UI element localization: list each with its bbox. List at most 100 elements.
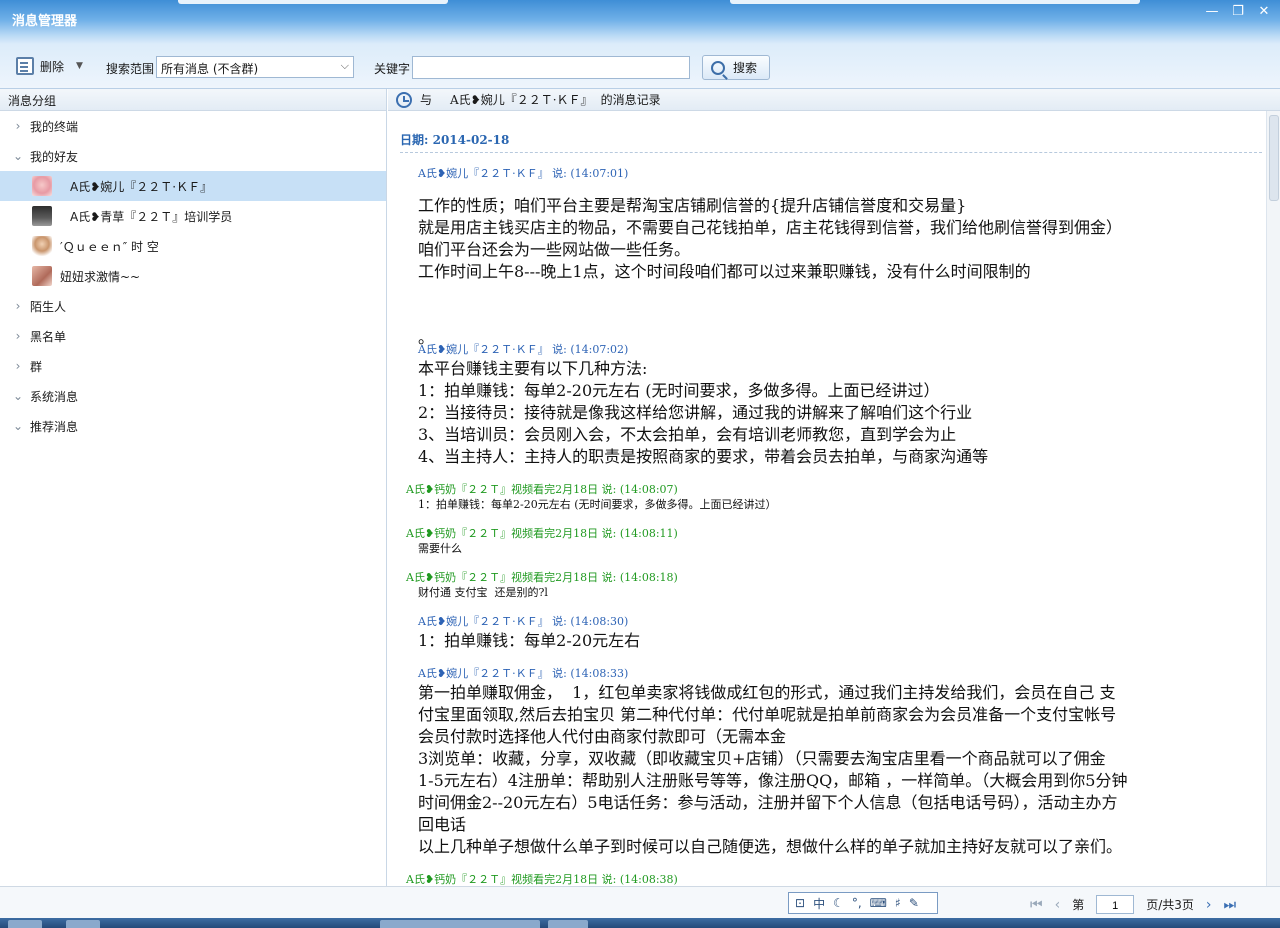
message-header: A氏❥婉儿『２２Ｔ·ＫＦ』 说: (14:07:02) xyxy=(418,343,629,356)
delete-label: 删除 xyxy=(40,59,65,74)
group-label: 我的终端 xyxy=(30,119,79,134)
moon-icon[interactable]: ☾ xyxy=(833,896,844,910)
scrollbar-thumb[interactable] xyxy=(1269,115,1279,201)
sidebar-group-my-friends[interactable]: ⌄ 我的好友 xyxy=(0,141,386,171)
chevron-down-icon[interactable]: ▼ xyxy=(76,61,83,71)
punctuation-icon[interactable]: °, xyxy=(852,896,862,910)
start-button[interactable] xyxy=(8,920,42,928)
message-body: 第一拍单赚取佣金， 1，红包单卖家将钱做成红包的形式，通过我们主持发给我们，会员… xyxy=(418,683,1128,856)
toolbox-icon[interactable]: ♯ xyxy=(895,896,901,910)
friend-item[interactable]: ′Ｑｕｅｅｎ″ 时 空 xyxy=(0,231,386,261)
sidebar-group-blacklist[interactable]: › 黑名单 xyxy=(0,321,386,351)
taskbar-item[interactable] xyxy=(66,920,100,928)
friend-item[interactable]: 妞妞求激情~~ xyxy=(0,261,386,291)
window-title: 消息管理器 xyxy=(12,14,78,29)
maximize-button[interactable]: ❐ xyxy=(1230,4,1246,19)
chevron-right-icon: › xyxy=(15,299,21,313)
date-divider: 日期: 2014-02-18 xyxy=(400,131,1262,153)
sidebar-group-strangers[interactable]: › 陌生人 xyxy=(0,291,386,321)
group-label: 陌生人 xyxy=(30,299,67,314)
friend-item[interactable]: A氏❥青草『２２Ｔ』培训学员 xyxy=(0,201,386,231)
message-header: A氏❥钙奶『２２Ｔ』视频看完2月18日 说: (14:08:18) xyxy=(406,571,678,584)
keyword-input[interactable] xyxy=(412,56,690,79)
conversation-header: 与 A氏❥婉儿『２２Ｔ·ＫＦ』 的消息记录 xyxy=(388,89,1280,111)
avatar xyxy=(32,266,52,286)
first-page-icon[interactable]: ⏮ xyxy=(1030,897,1043,913)
scope-select-value: 所有消息 (不含群) xyxy=(161,62,259,76)
avatar xyxy=(32,176,52,196)
message-header: A氏❥钙奶『２２Ｔ』视频看完2月18日 说: (14:08:11) xyxy=(406,527,678,540)
header-contact: A氏❥婉儿『２２Ｔ·ＫＦ』 xyxy=(450,93,593,107)
clock-icon xyxy=(396,91,412,108)
taskbar-item[interactable] xyxy=(380,920,540,928)
ime-mode[interactable]: 中 xyxy=(813,895,825,912)
search-button[interactable]: 搜索 xyxy=(702,55,770,80)
message-body: 1：拍单赚钱：每单2-20元左右 xyxy=(418,631,641,650)
page-suffix: 页/共3页 xyxy=(1146,898,1194,912)
message-body: 财付通 支付宝 还是别的?l xyxy=(418,586,548,599)
chevron-right-icon: › xyxy=(15,119,21,133)
friend-name: A氏❥婉儿『２２Ｔ·ＫＦ』 xyxy=(70,179,213,194)
delete-button[interactable]: 删除 ▼ xyxy=(16,57,83,75)
taskbar-item[interactable] xyxy=(548,920,588,928)
last-page-icon[interactable]: ⏭ xyxy=(1224,897,1237,913)
sidebar-group-groups[interactable]: › 群 xyxy=(0,351,386,381)
friend-name: A氏❥青草『２２Ｔ』培训学员 xyxy=(70,209,233,224)
message-body: 1：拍单赚钱：每单2-20元左右 (无时间要求，多做多得。上面已经讲过） xyxy=(418,498,777,511)
close-button[interactable]: ✕ xyxy=(1256,4,1272,19)
message-header: A氏❥婉儿『２２Ｔ·ＫＦ』 说: (14:07:01) xyxy=(418,167,629,180)
keyword-label: 关键字 xyxy=(374,62,411,76)
message-group-sidebar: 消息分组 › 我的终端 ⌄ 我的好友 A氏❥婉儿『２２Ｔ·ＫＦ』 A氏❥青草『２… xyxy=(0,89,387,886)
chevron-down-icon: ⌵ xyxy=(340,59,349,72)
chevron-down-icon: ⌄ xyxy=(12,389,24,403)
prev-page-icon[interactable]: ‹ xyxy=(1055,897,1061,913)
message-header: A氏❥钙奶『２２Ｔ』视频看完2月18日 说: (14:08:38) xyxy=(406,873,678,886)
minimize-button[interactable]: — xyxy=(1204,4,1220,19)
avatar xyxy=(32,206,52,226)
group-label: 我的好友 xyxy=(30,149,79,164)
title-bar-decoration xyxy=(178,0,448,4)
header-suffix: 的消息记录 xyxy=(600,93,661,107)
group-label: 推荐消息 xyxy=(30,419,79,434)
header-prefix: 与 xyxy=(420,93,433,107)
message-body: 工作的性质；咱们平台主要是帮淘宝店铺刷信誉的{提升店铺信誉度和交易量} 就是用店… xyxy=(418,196,1123,347)
friend-item[interactable]: A氏❥婉儿『２２Ｔ·ＫＦ』 xyxy=(0,171,386,201)
search-icon xyxy=(711,60,725,75)
sidebar-group-my-devices[interactable]: › 我的终端 xyxy=(0,111,386,141)
ime-logo-icon[interactable]: ⊡ xyxy=(795,896,805,910)
message-header: A氏❥婉儿『２２Ｔ·ＫＦ』 说: (14:08:33) xyxy=(418,667,629,680)
chevron-down-icon: ⌄ xyxy=(12,149,24,163)
message-record-panel: 与 A氏❥婉儿『２２Ｔ·ＫＦ』 的消息记录 日期: 2014-02-18 A氏❥… xyxy=(388,89,1280,886)
chevron-right-icon: › xyxy=(15,329,21,343)
status-bar: ⊡ 中 ☾ °, ⌨ ♯ ✎ ⏮ ‹ 第 页/共3页 › ⏭ xyxy=(0,886,1280,918)
message-body: 需要什么 xyxy=(418,542,462,555)
message-header: A氏❥钙奶『２２Ｔ』视频看完2月18日 说: (14:08:07) xyxy=(406,483,678,496)
search-button-label: 搜索 xyxy=(733,61,758,75)
group-label: 群 xyxy=(30,359,43,374)
scope-label: 搜索范围 xyxy=(106,62,155,76)
title-bar: 消息管理器 — ❐ ✕ xyxy=(0,0,1280,44)
scrollbar[interactable] xyxy=(1266,111,1280,886)
page-prefix: 第 xyxy=(1072,898,1085,912)
avatar xyxy=(32,236,52,256)
sidebar-header: 消息分组 xyxy=(0,89,386,111)
toolbar: 删除 ▼ 搜索范围 所有消息 (不含群) ⌵ 关键字 搜索 xyxy=(0,44,1280,89)
friend-name: 妞妞求激情~~ xyxy=(60,269,141,284)
group-label: 系统消息 xyxy=(30,389,79,404)
os-taskbar xyxy=(0,918,1280,928)
sidebar-group-recommended[interactable]: ⌄ 推荐消息 xyxy=(0,411,386,441)
scope-select[interactable]: 所有消息 (不含群) ⌵ xyxy=(156,56,354,78)
friend-name: ′Ｑｕｅｅｎ″ 时 空 xyxy=(60,239,159,254)
chevron-right-icon: › xyxy=(15,359,21,373)
ime-toolbar[interactable]: ⊡ 中 ☾ °, ⌨ ♯ ✎ xyxy=(788,892,938,914)
message-header: A氏❥婉儿『２２Ｔ·ＫＦ』 说: (14:08:30) xyxy=(418,615,629,628)
sidebar-group-system-messages[interactable]: ⌄ 系统消息 xyxy=(0,381,386,411)
delete-icon xyxy=(16,57,34,75)
pagination: ⏮ ‹ 第 页/共3页 › ⏭ xyxy=(1030,895,1236,914)
page-number-input[interactable] xyxy=(1096,895,1135,914)
wrench-icon[interactable]: ✎ xyxy=(909,896,919,910)
keyboard-icon[interactable]: ⌨ xyxy=(870,896,887,910)
message-list: 日期: 2014-02-18 A氏❥婉儿『２２Ｔ·ＫＦ』 说: (14:07:0… xyxy=(388,111,1266,886)
next-page-icon[interactable]: › xyxy=(1206,897,1212,913)
message-body: 本平台赚钱主要有以下几种方法: 1：拍单赚钱：每单2-20元左右 (无时间要求，… xyxy=(418,359,989,466)
